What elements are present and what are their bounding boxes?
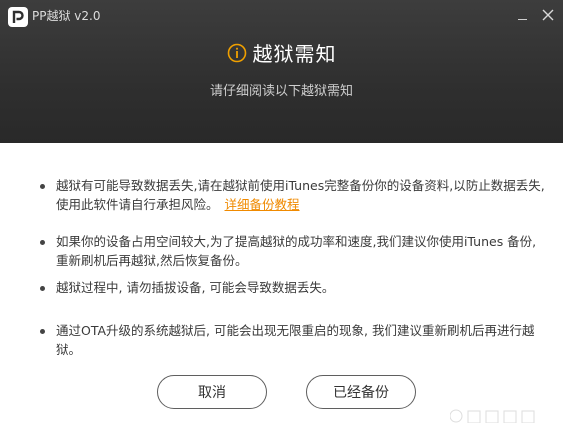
info-icon bbox=[227, 43, 247, 63]
app-title: PP越狱 v2.0 bbox=[32, 9, 101, 23]
heading-text: 越狱需知 bbox=[252, 42, 337, 66]
dialog-subtitle: 请仔细阅读以下越狱需知 bbox=[209, 84, 353, 99]
notice-item: 越狱有可能导致数据丢失,请在越狱前使用iTunes完整备份你的设备资料,以防止数… bbox=[38, 176, 548, 214]
watermark-logo bbox=[449, 408, 560, 423]
backup-tutorial-link[interactable]: 详细备份教程 bbox=[225, 197, 300, 212]
notice-text: 通过OTA升级的系统越狱后, 可能会出现无限重启的现象, 我们建议重新刷机后再进… bbox=[56, 323, 535, 357]
notice-item: 越狱过程中, 请勿插拔设备, 可能会导致数据丢失。 bbox=[38, 278, 548, 297]
notice-text: 越狱有可能导致数据丢失,请在越狱前使用iTunes完整备份你的设备资料,以防止数… bbox=[56, 178, 545, 212]
already-backed-up-button[interactable]: 已经备份 bbox=[306, 375, 416, 409]
close-icon[interactable] bbox=[539, 6, 557, 24]
minimize-icon[interactable] bbox=[515, 8, 531, 24]
pp-logo-icon bbox=[8, 7, 28, 27]
notice-text: 越狱过程中, 请勿插拔设备, 可能会导致数据丢失。 bbox=[56, 280, 335, 295]
notice-item: 通过OTA升级的系统越狱后, 可能会出现无限重启的现象, 我们建议重新刷机后再进… bbox=[38, 321, 548, 359]
notice-item: 如果你的设备占用空间较大,为了提高越狱的成功率和速度,我们建议你使用iTunes… bbox=[38, 232, 548, 270]
dialog-window: PP越狱 v2.0 越狱需知 请仔细阅读以下越狱需知 越狱有可能导致数据丢失,请… bbox=[0, 0, 563, 423]
notice-text: 如果你的设备占用空间较大,为了提高越狱的成功率和速度,我们建议你使用iTunes… bbox=[56, 234, 537, 268]
dialog-header: PP越狱 v2.0 越狱需知 请仔细阅读以下越狱需知 bbox=[0, 0, 563, 143]
dialog-heading: 越狱需知 bbox=[0, 38, 563, 66]
cancel-button[interactable]: 取消 bbox=[157, 375, 267, 409]
notice-list: 越狱有可能导致数据丢失,请在越狱前使用iTunes完整备份你的设备资料,以防止数… bbox=[38, 176, 548, 359]
